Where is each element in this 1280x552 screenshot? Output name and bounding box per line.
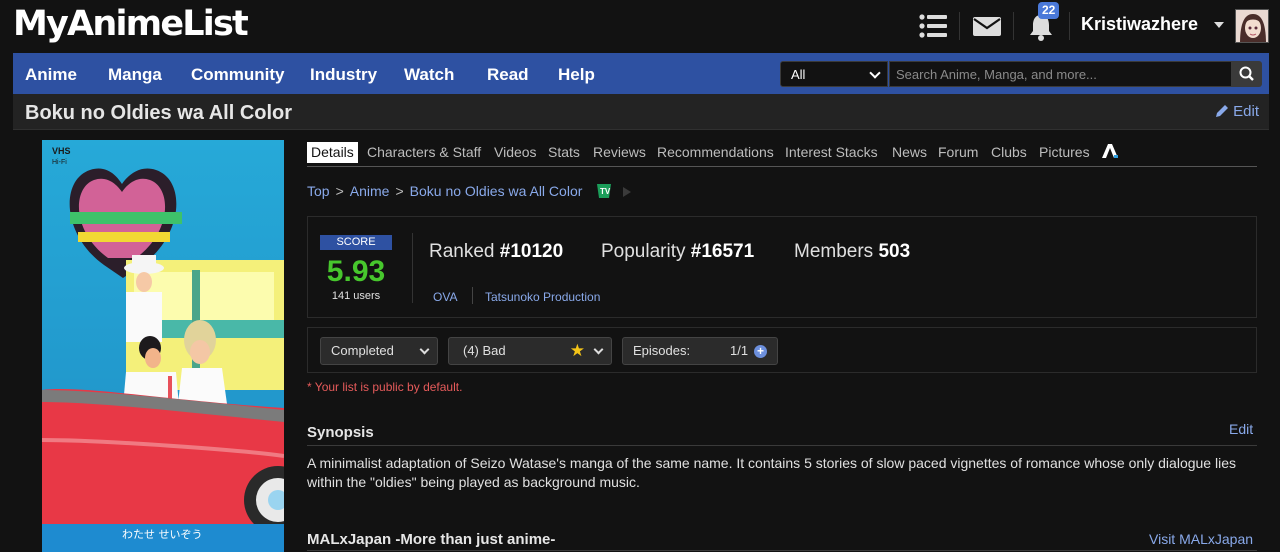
score-users: 141 users (331, 290, 381, 302)
breadcrumb: Top > Anime > Boku no Oldies wa All Color TV (307, 182, 632, 200)
stats-divider (412, 233, 413, 303)
svg-text:VHS: VHS (52, 146, 71, 156)
top-header: MyAnimeList 22 Kristiwazhere (0, 0, 1280, 53)
tv-icon: TV (597, 184, 612, 198)
notification-badge: 22 (1038, 2, 1060, 19)
search-input[interactable] (889, 61, 1232, 87)
tab-details[interactable]: Details (307, 142, 358, 163)
main-nav: Anime Manga Community Industry Watch Rea… (13, 53, 1269, 94)
tab-pictures[interactable]: Pictures (1039, 144, 1090, 161)
type-link[interactable]: OVA (433, 290, 457, 304)
nav-manga[interactable]: Manga (108, 65, 162, 85)
members-stat[interactable]: Members 503 (794, 240, 910, 264)
score-select-value: (4) Bad (463, 343, 506, 358)
chevron-down-icon (593, 344, 604, 355)
left-sidebar: VHS Hi-Fi わたせ せいぞう (13, 130, 299, 552)
edit-label: Edit (1233, 103, 1259, 120)
search-button[interactable] (1232, 61, 1262, 87)
username[interactable]: Kristiwazhere (1081, 14, 1198, 35)
score-stats-panel: SCORE 5.93 141 users Ranked #10120 Popul… (307, 216, 1257, 318)
tab-stats[interactable]: Stats (548, 144, 580, 161)
avatar[interactable] (1235, 9, 1269, 43)
score-label: SCORE (320, 235, 392, 250)
popularity-stat[interactable]: Popularity #16571 (601, 240, 754, 264)
members-label: Members (794, 241, 874, 262)
svg-text:TV: TV (600, 187, 611, 196)
detail-tabs: Details Characters & Staff Videos Stats … (307, 140, 1257, 167)
plus-icon[interactable]: + (754, 345, 767, 358)
chevron-down-icon (869, 67, 881, 79)
tab-interest-stacks[interactable]: Interest Stacks (785, 144, 878, 161)
search-category-value: All (791, 67, 806, 82)
episodes-value: 1/1 (730, 343, 749, 358)
caret-down-icon[interactable] (1214, 22, 1224, 28)
list-controls: Completed (4) Bad ★ Episodes: 1/1 + (307, 327, 1257, 373)
popularity-label: Popularity (601, 241, 686, 262)
ranked-label: Ranked (429, 241, 495, 262)
tab-videos[interactable]: Videos (494, 144, 537, 161)
section-divider (307, 445, 1257, 446)
malxjapan-heading: MALxJapan -More than just anime- (307, 531, 556, 548)
mail-icon[interactable] (971, 10, 1003, 42)
synopsis-heading: Synopsis (307, 424, 374, 441)
visit-malxjapan-link[interactable]: Visit MALxJapan (1149, 531, 1253, 547)
header-divider (1069, 12, 1070, 40)
svg-text:Hi-Fi: Hi-Fi (52, 159, 67, 166)
breadcrumb-separator: > (395, 183, 404, 199)
anime-cover-image[interactable]: VHS Hi-Fi わたせ せいぞう (42, 140, 284, 552)
nav-anime[interactable]: Anime (25, 65, 77, 85)
status-value: Completed (331, 343, 394, 358)
breadcrumb-separator: > (335, 183, 344, 199)
synopsis-edit-link[interactable]: Edit (1229, 421, 1253, 437)
breadcrumb-anime[interactable]: Anime (350, 183, 390, 199)
episodes-label: Episodes: (633, 343, 691, 358)
svg-text:わたせ せいぞう: わたせ せいぞう (122, 528, 203, 541)
star-icon: ★ (569, 341, 585, 360)
edit-title-link[interactable]: Edit (1215, 103, 1259, 120)
header-divider (959, 12, 960, 40)
ranked-value: #10120 (499, 241, 564, 262)
play-icon[interactable] (622, 186, 632, 198)
page-title: Boku no Oldies wa All Color (25, 102, 293, 124)
tab-forum[interactable]: Forum (938, 144, 978, 161)
nav-read[interactable]: Read (487, 65, 529, 85)
search-icon (1239, 66, 1254, 81)
tab-clubs[interactable]: Clubs (991, 144, 1027, 161)
studio-link[interactable]: Tatsunoko Production (485, 290, 600, 304)
synopsis-text: A minimalist adaptation of Seizo Watase'… (307, 455, 1236, 490)
popularity-value: #16571 (690, 241, 755, 262)
breadcrumb-title[interactable]: Boku no Oldies wa All Color (410, 183, 583, 199)
status-select[interactable]: Completed (320, 337, 438, 365)
tab-news[interactable]: News (892, 144, 927, 161)
tab-reviews[interactable]: Reviews (593, 144, 646, 161)
list-icon[interactable] (917, 10, 949, 42)
pencil-icon (1216, 105, 1229, 117)
score-value: 5.93 (326, 255, 386, 288)
title-bar: Boku no Oldies wa All Color Edit (13, 94, 1269, 130)
score-select[interactable]: (4) Bad ★ (448, 337, 612, 365)
nav-industry[interactable]: Industry (310, 65, 377, 85)
header-divider (1013, 12, 1014, 40)
anime-search-logo-icon[interactable] (1101, 143, 1119, 163)
list-public-note: * Your list is public by default. (307, 380, 463, 394)
tab-characters-staff[interactable]: Characters & Staff (367, 144, 481, 161)
breadcrumb-top[interactable]: Top (307, 183, 330, 199)
tab-recommendations[interactable]: Recommendations (657, 144, 774, 161)
nav-help[interactable]: Help (558, 65, 595, 85)
chevron-down-icon (419, 344, 430, 355)
ranked-stat[interactable]: Ranked #10120 (429, 240, 563, 264)
nav-community[interactable]: Community (191, 65, 285, 85)
nav-watch[interactable]: Watch (404, 65, 454, 85)
site-logo[interactable]: MyAnimeList (13, 2, 249, 46)
info-divider (472, 287, 473, 304)
section-divider (307, 550, 1257, 551)
members-value: 503 (878, 241, 911, 262)
search-category-select[interactable]: All (780, 61, 888, 87)
episodes-field[interactable]: Episodes: 1/1 + (622, 337, 778, 365)
